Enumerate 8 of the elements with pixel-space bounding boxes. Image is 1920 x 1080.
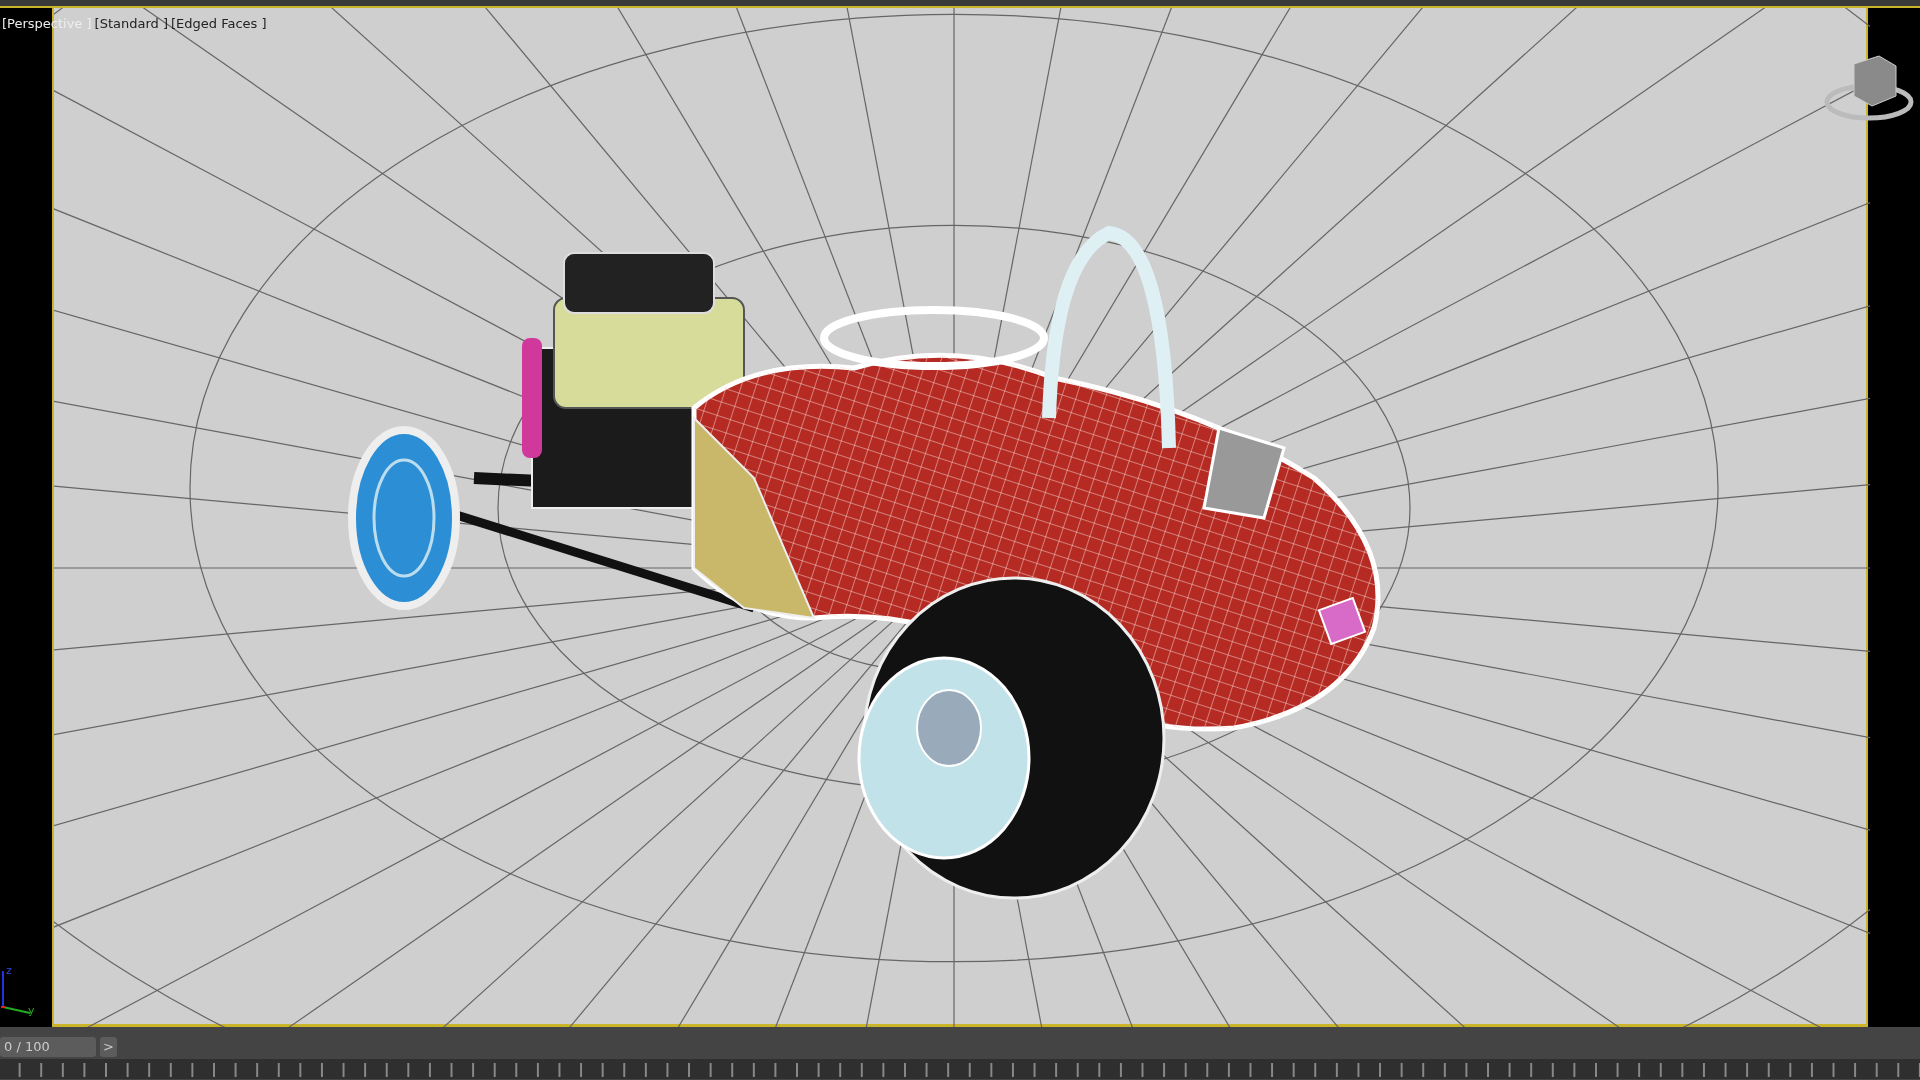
next-frame-button[interactable]: > bbox=[100, 1037, 117, 1057]
view-cube-icon[interactable] bbox=[1824, 55, 1914, 121]
timeline-ruler[interactable] bbox=[0, 1059, 1920, 1079]
axis-label: y bbox=[28, 1003, 35, 1019]
viewport-label[interactable]: [Edged Faces ] bbox=[171, 16, 267, 31]
viewport-label[interactable]: [Standard ] bbox=[94, 16, 168, 31]
axis-label: z bbox=[6, 963, 12, 979]
time-slider[interactable]: 0 / 100 bbox=[0, 1037, 96, 1057]
